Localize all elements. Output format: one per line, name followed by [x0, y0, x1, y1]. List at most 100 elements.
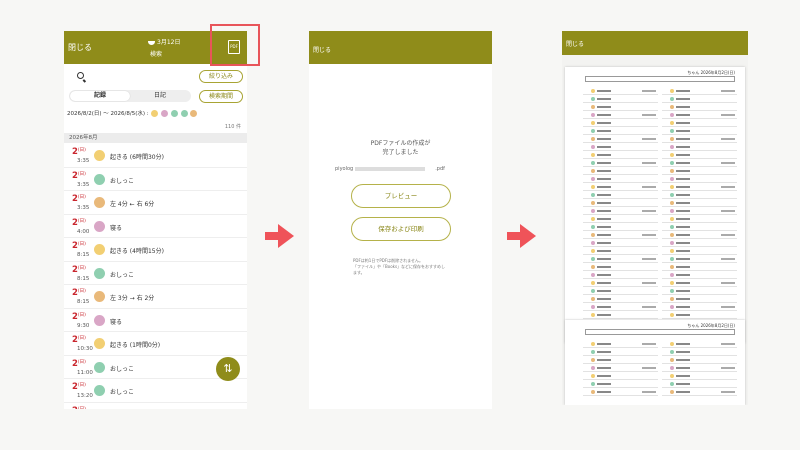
- entry-label: 左 4分 ← 右 6分: [110, 201, 155, 208]
- doc-column-left: [583, 340, 658, 396]
- entry-label: 寝る: [110, 318, 123, 326]
- month-header: 2026年8月: [64, 133, 247, 143]
- doc-row: [583, 388, 658, 396]
- doc-row: [662, 263, 737, 271]
- list-item[interactable]: 2(日) 13:20 おしっこ: [64, 379, 247, 403]
- doc-row: [662, 247, 737, 255]
- sort-toggle-button[interactable]: ⇅: [216, 357, 240, 381]
- doc-header-box: [585, 329, 735, 335]
- doc-row: [662, 223, 737, 231]
- sleep-filter-icon: [161, 110, 169, 117]
- file-name: piyolog .pdf: [335, 166, 445, 172]
- entry-day: 2(日): [72, 311, 86, 322]
- sleep-icon: [94, 314, 105, 326]
- search-icon[interactable]: [77, 72, 84, 79]
- entry-day: 2(日): [72, 406, 86, 410]
- entry-day: 2(日): [72, 217, 86, 228]
- list-item[interactable]: 2(日) 3:35 左 4分 ← 右 6分: [64, 191, 247, 215]
- pdf-page-1[interactable]: ちゃん 2026年8月2日(日): [565, 67, 745, 343]
- list-item[interactable]: 2(日) 8:15 起きる (4時間15分): [64, 238, 247, 262]
- doc-row: [583, 183, 658, 191]
- doc-row: [662, 87, 737, 95]
- sleep-icon: [94, 220, 105, 232]
- doc-column-right: [662, 340, 737, 396]
- entry-label: 起きる (1時間0分): [110, 342, 161, 349]
- header-date: 3月12日: [148, 37, 180, 46]
- preview-button[interactable]: プレビュー: [351, 184, 451, 208]
- tab-diary[interactable]: 日記: [130, 91, 190, 101]
- doc-row: [662, 295, 737, 303]
- milk-filter-icon: [190, 110, 198, 117]
- entry-label: おしっこ: [110, 177, 135, 185]
- wake-icon: [94, 150, 105, 161]
- entry-day: 2(日): [72, 288, 86, 298]
- doc-row: [662, 364, 737, 372]
- doc-column-left: [583, 87, 658, 335]
- list-item[interactable]: 2(日) 9:30 寝る: [64, 309, 247, 332]
- doc-row: [583, 303, 658, 311]
- entry-day: 2(日): [72, 335, 86, 345]
- doc-row: [583, 135, 658, 143]
- date-range: 2026/8/2(日) ～ 2026/8/5(水) :: [67, 109, 198, 117]
- entry-time: 3:35: [77, 181, 90, 188]
- wake-filter-icon: [151, 110, 159, 117]
- entry-time: 8:15: [77, 252, 90, 258]
- doc-row: [662, 191, 737, 199]
- doc-row: [583, 295, 658, 303]
- doc-row: [583, 151, 658, 159]
- close-button[interactable]: 閉じる: [68, 42, 92, 53]
- doc-row: [662, 287, 737, 295]
- header-search-label: 検索: [150, 51, 163, 58]
- pdf-page-2[interactable]: ちゃん 2026年8月2日(日): [565, 320, 745, 405]
- entry-time: 13:20: [77, 393, 93, 399]
- list-item[interactable]: 2(日) 3:35 起きる (6時間30分): [64, 144, 247, 168]
- entry-label: 起きる (4時間15分): [110, 248, 164, 255]
- doc-row: [662, 372, 737, 380]
- filter-button[interactable]: 絞り込み: [199, 70, 243, 83]
- doc-row: [662, 95, 737, 103]
- doc-row: [583, 311, 658, 319]
- doc-row: [662, 380, 737, 388]
- entry-day: 2(日): [72, 194, 86, 204]
- doc-row: [583, 127, 658, 135]
- milk-icon: [94, 197, 105, 208]
- list-item[interactable]: 2(日) 8:15 左 3分 → 右 2分: [64, 285, 247, 309]
- doc-row: [583, 191, 658, 199]
- entry-time: 3:35: [77, 158, 90, 164]
- list-item[interactable]: 2(日) 8:15 おしっこ: [64, 262, 247, 285]
- save-print-button[interactable]: 保存および印刷: [351, 217, 451, 241]
- doc-row: [583, 223, 658, 231]
- entry-time: 3:35: [77, 205, 90, 211]
- doc-row: [662, 167, 737, 175]
- close-button[interactable]: 閉じる: [313, 45, 331, 54]
- entry-label: おしっこ: [110, 271, 135, 279]
- doc-row: [662, 279, 737, 287]
- list-item[interactable]: 2(日) 10:30 起きる (1時間0分): [64, 332, 247, 356]
- entry-day: 2(日): [72, 382, 86, 392]
- doc-row: [583, 231, 658, 239]
- doc-row: [583, 372, 658, 380]
- completion-message: PDFファイルの作成が 完了しました: [370, 140, 431, 156]
- list-item[interactable]: 2(日) 3:35 おしっこ: [64, 168, 247, 191]
- bowl-icon: [148, 40, 155, 45]
- tab-records[interactable]: 記録: [70, 91, 130, 101]
- doc-row: [583, 239, 658, 247]
- doc-row: [583, 167, 658, 175]
- doc-row: [662, 183, 737, 191]
- list-item[interactable]: 2(日) 4:00 寝る: [64, 215, 247, 238]
- pdf-complete-screen: 閉じる PDFファイルの作成が 完了しました piyolog .pdf プレビュー…: [309, 31, 492, 409]
- entry-label: おしっこ: [110, 365, 135, 373]
- swap-arrows-icon: ⇅: [223, 362, 233, 375]
- pee-icon: [94, 267, 105, 279]
- entry-time: 8:15: [77, 275, 90, 282]
- doc-row: [662, 239, 737, 247]
- search-period-button[interactable]: 検索期間: [199, 90, 243, 103]
- pee-filter-icon: [170, 110, 178, 117]
- entry-time: 8:15: [77, 299, 90, 305]
- doc-row: [583, 119, 658, 127]
- close-button[interactable]: 閉じる: [566, 39, 584, 48]
- doc-row: [662, 388, 737, 396]
- doc-row: [583, 255, 658, 263]
- list-item[interactable]: 2(日): [64, 403, 247, 410]
- entry-time: 10:30: [77, 346, 93, 352]
